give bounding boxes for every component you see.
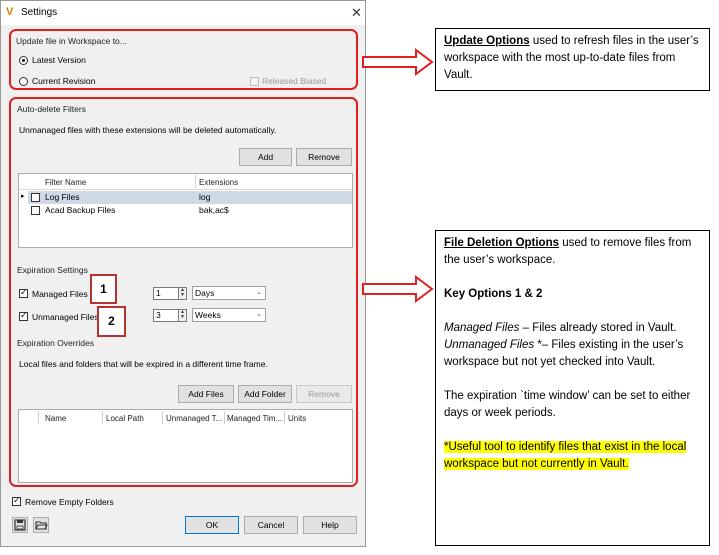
arrow-right-icon: [362, 275, 434, 303]
update-options-title: Update Options: [444, 35, 530, 47]
key-option-2-marker: 2: [97, 306, 126, 337]
ok-button[interactable]: OK: [185, 516, 239, 534]
save-icon[interactable]: [12, 517, 28, 533]
managed-files-definition: – Files already stored in Vault.: [519, 322, 677, 334]
help-button[interactable]: Help: [303, 516, 357, 534]
useful-tool-note: *Useful tool to identify files that exis…: [444, 441, 687, 470]
key-option-1-marker: 1: [90, 274, 117, 304]
remove-empty-folders-label: Remove Empty Folders: [25, 497, 114, 507]
remove-empty-folders-checkbox[interactable]: [12, 495, 21, 506]
unmanaged-files-term: Unmanaged Files: [444, 339, 535, 351]
deletion-options-highlight: [9, 97, 358, 487]
expiration-window-text: The expiration `time window’ can be set …: [444, 390, 691, 419]
cancel-button[interactable]: Cancel: [244, 516, 298, 534]
managed-files-term: Managed Files: [444, 322, 520, 334]
file-deletion-callout: File Deletion Options used to remove fil…: [435, 230, 710, 546]
update-options-callout: Update Options used to refresh files in …: [435, 28, 710, 91]
title-bar: V Settings ✕: [1, 1, 365, 25]
close-icon[interactable]: ✕: [351, 5, 362, 21]
file-deletion-title: File Deletion Options: [444, 237, 560, 249]
update-options-highlight: [9, 29, 358, 90]
vault-app-icon: V: [6, 6, 14, 18]
arrow-right-icon: [362, 48, 434, 76]
key-options-heading: Key Options 1 & 2: [444, 288, 543, 300]
open-folder-icon[interactable]: [33, 517, 49, 533]
dialog-title: Settings: [21, 7, 58, 18]
